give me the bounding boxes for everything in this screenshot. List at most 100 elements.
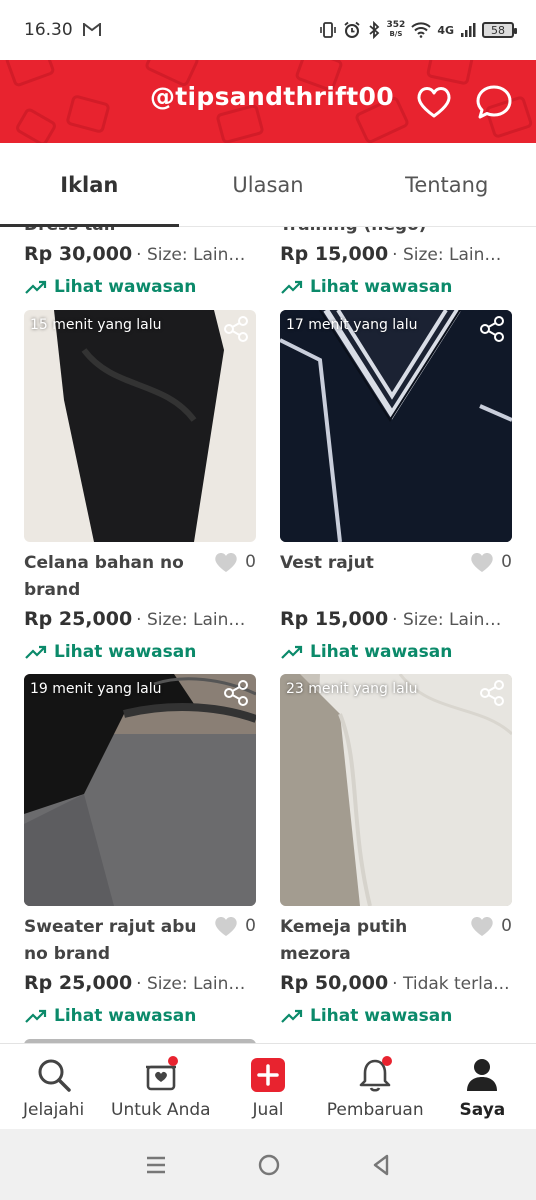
listing-card[interactable]: Dress tali Rp 30,000 · Size: Lainnya Lih… (24, 227, 256, 297)
insight-label: Lihat wawasan (54, 642, 197, 662)
chat-icon[interactable] (474, 82, 514, 122)
nav-untuk-anda[interactable]: Untuk Anda (107, 1044, 214, 1129)
gmail-icon (82, 23, 101, 36)
trend-up-icon (25, 645, 47, 659)
heart-icon (471, 553, 493, 572)
insight-link[interactable]: Lihat wawasan (280, 1006, 512, 1026)
nav-pembaruan[interactable]: Pembaruan (322, 1044, 429, 1129)
insight-label: Lihat wawasan (54, 1006, 197, 1026)
like-button[interactable]: 0 (213, 914, 256, 938)
listing-card[interactable]: 19 menit yang lalu Sweater rajut abu no … (24, 674, 256, 1026)
trend-up-icon (281, 1009, 303, 1023)
listing-photo[interactable]: 17 menit yang lalu (280, 310, 512, 542)
notification-dot (167, 1056, 178, 1066)
heart-icon (471, 917, 493, 936)
listing-grid: Dress tali Rp 30,000 · Size: Lainnya Lih… (0, 227, 536, 1043)
listing-photo[interactable]: 19 menit yang lalu (24, 674, 256, 906)
status-bar: 16.30 352 B/S 4G 58 (0, 0, 536, 60)
insight-label: Lihat wawasan (54, 277, 197, 297)
profile-header: @tipsandthrift00 (0, 60, 536, 143)
heart-icon[interactable] (414, 82, 454, 122)
listing-price: Rp 50,000 (280, 972, 389, 994)
tab-iklan[interactable]: Iklan (0, 143, 179, 227)
listing-size: · Size: Lainnya (392, 610, 512, 630)
heart-icon (215, 553, 237, 572)
listing-title-partial: Training (nego) (280, 227, 427, 235)
listing-title-partial: Dress tali (24, 227, 115, 235)
listing-title: Celana bahan no brand (24, 553, 184, 600)
listing-title: Kemeja putih mezora (280, 917, 408, 964)
alarm-icon (343, 21, 360, 38)
heart-icon (215, 917, 237, 936)
plus-icon (251, 1058, 285, 1092)
listing-card[interactable]: 17 menit yang lalu Vest rajut 0 Rp 15,00… (280, 310, 512, 662)
nav-saya[interactable]: Saya (429, 1044, 536, 1129)
trend-up-icon (281, 280, 303, 294)
listing-title: Sweater rajut abu no brand (24, 917, 197, 964)
user-icon (467, 1059, 498, 1091)
share-icon[interactable] (478, 679, 506, 707)
listing-size: · Tidak terla... (392, 974, 510, 994)
nav-label: Untuk Anda (111, 1100, 211, 1120)
listing-card[interactable]: Training (nego) Rp 15,000 · Size: Lainny… (280, 227, 512, 297)
recents-icon[interactable] (144, 1153, 168, 1177)
listing-photo[interactable]: 23 menit yang lalu (280, 674, 512, 906)
share-icon[interactable] (478, 315, 506, 343)
insight-link[interactable]: Lihat wawasan (24, 642, 256, 662)
nav-label: Saya (459, 1100, 506, 1120)
listing-photo[interactable]: 15 menit yang lalu (24, 310, 256, 542)
tab-ulasan[interactable]: Ulasan (179, 143, 358, 226)
network-type: 4G (437, 23, 454, 37)
listing-size: · Size: Lainnya (392, 245, 512, 265)
nav-jelajahi[interactable]: Jelajahi (0, 1044, 107, 1129)
insight-link[interactable]: Lihat wawasan (24, 1006, 256, 1026)
bluetooth-icon (368, 21, 379, 39)
profile-tabs: Iklan Ulasan Tentang (0, 143, 536, 227)
listing-card[interactable]: 15 menit yang lalu Celana bahan no brand… (24, 310, 256, 662)
status-time: 16.30 (24, 20, 73, 40)
insight-label: Lihat wawasan (310, 642, 453, 662)
like-button[interactable]: 0 (469, 914, 512, 938)
listing-price: Rp 25,000 (24, 972, 133, 994)
like-count: 0 (501, 916, 512, 936)
speed-unit: B/S (389, 30, 403, 38)
nav-label: Pembaruan (326, 1100, 424, 1120)
trend-up-icon (25, 1009, 47, 1023)
insight-link[interactable]: Lihat wawasan (24, 277, 256, 297)
posted-time: 17 menit yang lalu (286, 317, 418, 333)
listing-size: · Size: Lainnya (136, 974, 256, 994)
nav-label: Jual (252, 1100, 284, 1120)
trend-up-icon (281, 645, 303, 659)
nav-label: Jelajahi (22, 1100, 85, 1120)
share-icon[interactable] (222, 679, 250, 707)
wifi-icon (411, 22, 432, 38)
listing-size: · Size: Lainnya (136, 610, 256, 630)
listing-title: Vest rajut (280, 553, 374, 573)
posted-time: 15 menit yang lalu (30, 317, 162, 333)
like-button[interactable]: 0 (213, 550, 256, 574)
trend-up-icon (25, 280, 47, 294)
battery-icon: 58 (482, 22, 517, 38)
search-icon (38, 1059, 71, 1092)
listing-price: Rp 30,000 (24, 243, 133, 265)
insight-link[interactable]: Lihat wawasan (280, 277, 512, 297)
bottom-navigation: Jelajahi Untuk Anda Jual Pembaruan Saya (0, 1043, 536, 1129)
home-icon[interactable] (257, 1153, 281, 1177)
profile-username: @tipsandthrift00 (150, 82, 394, 111)
battery-level: 58 (491, 23, 505, 37)
network-speed: 352 B/S (387, 21, 406, 39)
back-icon[interactable] (370, 1153, 392, 1177)
tab-tentang[interactable]: Tentang (357, 143, 536, 226)
like-count: 0 (245, 916, 256, 936)
listing-card[interactable]: 23 menit yang lalu Kemeja putih mezora 0… (280, 674, 512, 1026)
share-icon[interactable] (222, 315, 250, 343)
posted-time: 23 menit yang lalu (286, 681, 418, 697)
system-navigation (0, 1129, 536, 1200)
speed-value: 352 (386, 20, 406, 30)
nav-jual[interactable]: Jual (214, 1044, 321, 1129)
insight-link[interactable]: Lihat wawasan (280, 642, 512, 662)
like-button[interactable]: 0 (469, 550, 512, 574)
posted-time: 19 menit yang lalu (30, 681, 162, 697)
insight-label: Lihat wawasan (310, 1006, 453, 1026)
vibrate-icon (319, 22, 336, 38)
